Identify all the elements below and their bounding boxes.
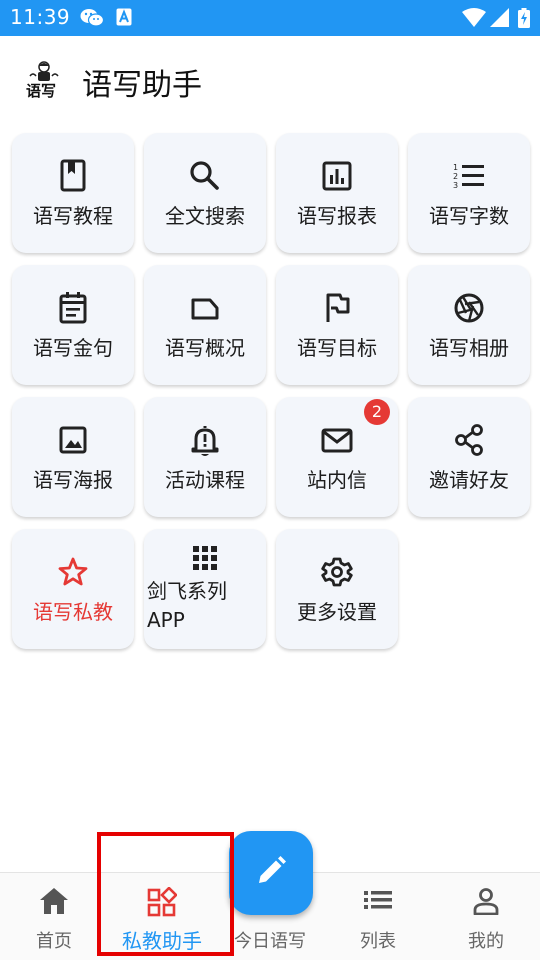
signal-icon <box>490 8 510 32</box>
wechat-icon <box>80 8 105 32</box>
tile-label: 全文搜索 <box>165 204 245 228</box>
book-icon <box>12 159 134 193</box>
search-icon <box>144 159 266 193</box>
tile-yuxie-wordcount[interactable]: 123 语写字数 <box>408 133 530 253</box>
svg-text:1: 1 <box>453 163 458 172</box>
tile-yuxie-album[interactable]: 语写相册 <box>408 265 530 385</box>
tile-yuxie-private-coach[interactable]: 语写私教 <box>12 529 134 649</box>
app-logo: 语写 <box>24 58 66 100</box>
battery-icon <box>518 8 530 32</box>
page-title: 语写助手 <box>82 68 202 103</box>
tile-fulltext-search[interactable]: 全文搜索 <box>144 133 266 253</box>
tile-label: 语写金句 <box>33 336 113 360</box>
tile-more-settings[interactable]: 更多设置 <box>276 529 398 649</box>
tile-label: 剑飞系列APP <box>147 579 227 632</box>
tile-label: 语写目标 <box>297 336 377 360</box>
tile-label: 语写概况 <box>165 336 245 360</box>
home-icon <box>0 887 108 917</box>
label-icon <box>144 291 266 325</box>
gear-icon <box>276 555 398 589</box>
nav-list[interactable]: 列表 <box>324 873 432 960</box>
tile-label: 语写海报 <box>33 468 113 492</box>
flag-icon <box>276 291 398 325</box>
tile-label: 语写私教 <box>33 600 113 624</box>
nav-label: 我的 <box>468 931 504 952</box>
tile-jianfei-apps[interactable]: 剑飞系列APP <box>144 529 266 649</box>
tile-yuxie-report[interactable]: 语写报表 <box>276 133 398 253</box>
tile-site-messages[interactable]: 站内信 2 <box>276 397 398 517</box>
highlight-box <box>97 832 234 956</box>
image-icon <box>12 423 134 457</box>
unread-badge: 2 <box>364 399 390 425</box>
bar-chart-icon <box>276 159 398 193</box>
a-icon <box>116 8 132 30</box>
write-fab-button[interactable] <box>229 831 313 915</box>
nav-home[interactable]: 首页 <box>0 873 108 960</box>
svg-text:2: 2 <box>453 172 458 181</box>
tile-label: 站内信 <box>307 468 367 492</box>
star-icon <box>12 555 134 589</box>
tile-activity-course[interactable]: 活动课程 <box>144 397 266 517</box>
nav-mine[interactable]: 我的 <box>432 873 540 960</box>
camera-shutter-icon <box>408 291 530 325</box>
apps-grid-icon <box>144 545 266 579</box>
svg-text:语写: 语写 <box>26 82 56 100</box>
tile-invite-friends[interactable]: 邀请好友 <box>408 397 530 517</box>
status-bar: 11:39 <box>0 0 540 36</box>
numbered-list-icon: 123 <box>408 159 530 193</box>
app-header: 语写 语写助手 <box>0 36 540 128</box>
tile-label: 更多设置 <box>297 600 377 624</box>
nav-label: 首页 <box>36 931 72 952</box>
tile-label: 邀请好友 <box>429 468 509 492</box>
tile-yuxie-overview[interactable]: 语写概况 <box>144 265 266 385</box>
wifi-icon <box>462 8 486 32</box>
bell-alert-icon <box>144 423 266 457</box>
list-icon <box>324 887 432 917</box>
share-icon <box>408 423 530 457</box>
pencil-icon <box>255 855 287 891</box>
tile-yuxie-poster[interactable]: 语写海报 <box>12 397 134 517</box>
tile-label: 语写相册 <box>429 336 509 360</box>
nav-label: 列表 <box>360 931 396 952</box>
status-time: 11:39 <box>10 5 71 29</box>
tile-label: 活动课程 <box>165 468 245 492</box>
mail-icon <box>276 423 398 457</box>
tile-label: 语写字数 <box>429 204 509 228</box>
tile-label: 语写教程 <box>33 204 113 228</box>
tile-label: 语写报表 <box>297 204 377 228</box>
tile-yuxie-quotes[interactable]: 语写金句 <box>12 265 134 385</box>
tile-yuxie-goal[interactable]: 语写目标 <box>276 265 398 385</box>
calendar-note-icon <box>12 291 134 325</box>
tile-yuxie-tutorial[interactable]: 语写教程 <box>12 133 134 253</box>
person-icon <box>432 887 540 917</box>
svg-text:3: 3 <box>453 181 458 190</box>
